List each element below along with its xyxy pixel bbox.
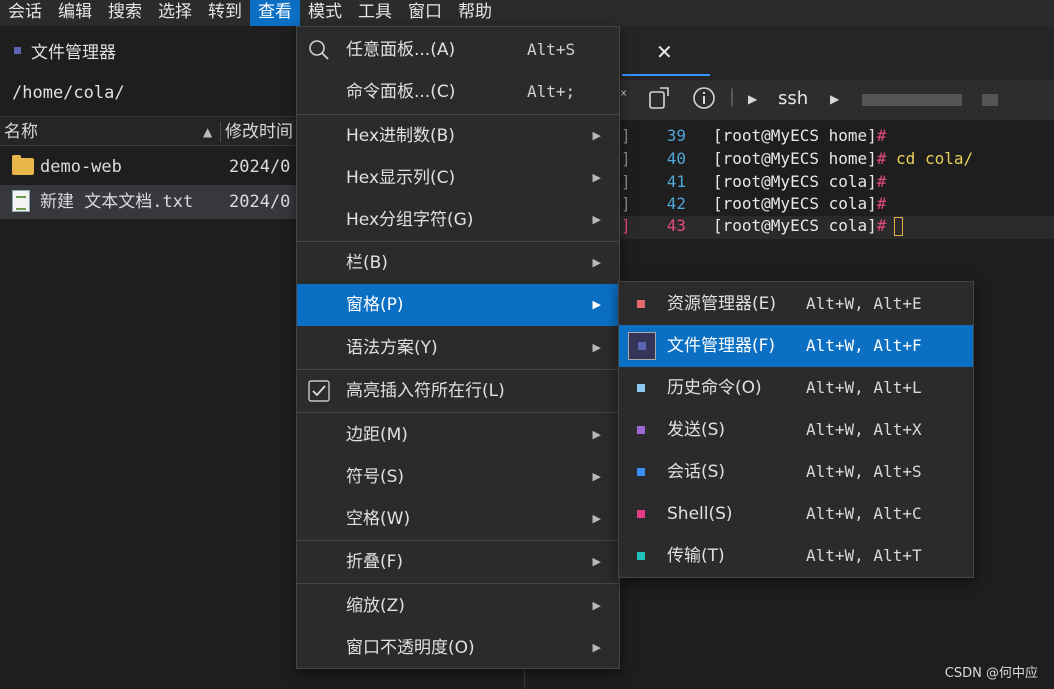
- submenu-item-transfer[interactable]: 传输(T) Alt+W, Alt+T: [619, 535, 973, 577]
- path-input[interactable]: /home/cola/: [4, 78, 304, 108]
- menu-item-command-palette[interactable]: 命令面板...(C) Alt+;: [297, 71, 619, 113]
- menu-item-panes[interactable]: 窗格(P) ▶: [297, 284, 619, 326]
- submenu-item-explorer[interactable]: 资源管理器(E) Alt+W, Alt+E: [619, 283, 973, 325]
- menu-view[interactable]: 查看: [250, 0, 300, 26]
- menu-item-whitespace[interactable]: 空格(W) ▶: [297, 498, 619, 540]
- ssh-label[interactable]: ssh: [778, 88, 808, 109]
- submenu-item-history[interactable]: 历史命令(O) Alt+W, Alt+L: [619, 367, 973, 409]
- info-icon[interactable]: [692, 86, 716, 115]
- menu-item-hex-base[interactable]: Hex进制数(B) ▶: [297, 115, 619, 157]
- redacted-host: [982, 94, 998, 106]
- file-date: 2024/0: [229, 192, 291, 212]
- menu-session[interactable]: 会话: [0, 0, 50, 26]
- menu-separator: [297, 412, 619, 413]
- file-name: demo-web: [40, 157, 122, 177]
- menu-item-bars[interactable]: 栏(B) ▶: [297, 242, 619, 284]
- submenu-arrow-icon: ▶: [592, 641, 601, 654]
- new-window-icon[interactable]: [648, 86, 670, 115]
- play-icon[interactable]: ▶: [830, 92, 839, 106]
- file-name: 新建 文本文档.txt: [40, 192, 194, 212]
- menubar: 会话 编辑 搜索 选择 转到 查看 模式 工具 窗口 帮助: [0, 0, 1054, 26]
- menu-mode[interactable]: 模式: [300, 0, 350, 26]
- submenu-item-send[interactable]: 发送(S) Alt+W, Alt+X: [619, 409, 973, 451]
- submenu-arrow-icon: ▶: [592, 512, 601, 525]
- toolbar-separator: |: [729, 86, 736, 107]
- menu-item-zoom[interactable]: 缩放(Z) ▶: [297, 585, 619, 627]
- close-icon[interactable]: ✕: [656, 40, 673, 64]
- history-icon: [637, 384, 645, 392]
- submenu-arrow-icon: ▶: [592, 555, 601, 568]
- menu-item-symbols[interactable]: 符号(S) ▶: [297, 456, 619, 498]
- submenu-arrow-icon: ▶: [592, 256, 601, 269]
- submenu-arrow-icon: ▶: [592, 129, 601, 142]
- menu-item-folding[interactable]: 折叠(F) ▶: [297, 541, 619, 583]
- submenu-arrow-icon: ▶: [592, 171, 601, 184]
- menu-help[interactable]: 帮助: [450, 0, 500, 26]
- column-divider[interactable]: [220, 122, 221, 142]
- checkbox-icon: [308, 380, 330, 402]
- panes-submenu: 资源管理器(E) Alt+W, Alt+E 文件管理器(F) Alt+W, Al…: [618, 281, 974, 578]
- shell-icon: [637, 510, 645, 518]
- menu-item-highlight-caret-line[interactable]: 高亮插入符所在行(L): [297, 370, 619, 412]
- menu-item-any-panel[interactable]: 任意面板...(A) Alt+S: [297, 29, 619, 71]
- column-name[interactable]: 名称: [4, 118, 38, 146]
- panel-title: 文件管理器: [14, 40, 116, 66]
- column-modified[interactable]: 修改时间: [225, 118, 293, 146]
- submenu-arrow-icon: ▶: [592, 428, 601, 441]
- submenu-arrow-icon: ▶: [592, 599, 601, 612]
- watermark: CSDN @何中应: [944, 666, 1038, 681]
- terminal-cursor: [894, 217, 904, 236]
- active-tab-indicator: [622, 74, 710, 76]
- file-date: 2024/0: [229, 157, 291, 177]
- menu-separator: [297, 583, 619, 584]
- menu-search[interactable]: 搜索: [100, 0, 150, 26]
- menu-item-margins[interactable]: 边距(M) ▶: [297, 414, 619, 456]
- explorer-icon: [637, 300, 645, 308]
- submenu-item-file-manager[interactable]: 文件管理器(F) Alt+W, Alt+F: [619, 325, 973, 367]
- menu-item-hex-columns[interactable]: Hex显示列(C) ▶: [297, 157, 619, 199]
- play-icon[interactable]: ▶: [748, 92, 757, 106]
- menu-item-hex-group[interactable]: Hex分组字符(G) ▶: [297, 199, 619, 241]
- transfer-icon: [637, 552, 645, 560]
- menu-window[interactable]: 窗口: [400, 0, 450, 26]
- menu-edit[interactable]: 编辑: [50, 0, 100, 26]
- file-manager-icon: [628, 332, 656, 360]
- text-file-icon: [12, 190, 30, 215]
- folder-icon: [12, 155, 34, 175]
- redacted-host: [862, 94, 962, 106]
- file-manager-icon: [14, 46, 21, 54]
- menu-tools[interactable]: 工具: [350, 0, 400, 26]
- view-menu: 任意面板...(A) Alt+S 命令面板...(C) Alt+; Hex进制数…: [296, 26, 620, 669]
- close-small-icon[interactable]: ˣ: [620, 86, 627, 105]
- submenu-arrow-icon: ▶: [592, 470, 601, 483]
- menu-goto[interactable]: 转到: [200, 0, 250, 26]
- search-icon: [308, 39, 330, 61]
- menu-item-window-opacity[interactable]: 窗口不透明度(O) ▶: [297, 627, 619, 669]
- menu-item-syntax-scheme[interactable]: 语法方案(Y) ▶: [297, 327, 619, 369]
- submenu-arrow-icon: ▶: [592, 298, 601, 311]
- submenu-arrow-icon: ▶: [592, 341, 601, 354]
- session-icon: [637, 468, 645, 476]
- send-icon: [637, 426, 645, 434]
- submenu-item-shell[interactable]: Shell(S) Alt+W, Alt+C: [619, 493, 973, 535]
- menu-select[interactable]: 选择: [150, 0, 200, 26]
- submenu-item-session[interactable]: 会话(S) Alt+W, Alt+S: [619, 451, 973, 493]
- sort-ascending-icon: ▲: [203, 125, 213, 139]
- submenu-arrow-icon: ▶: [592, 213, 601, 226]
